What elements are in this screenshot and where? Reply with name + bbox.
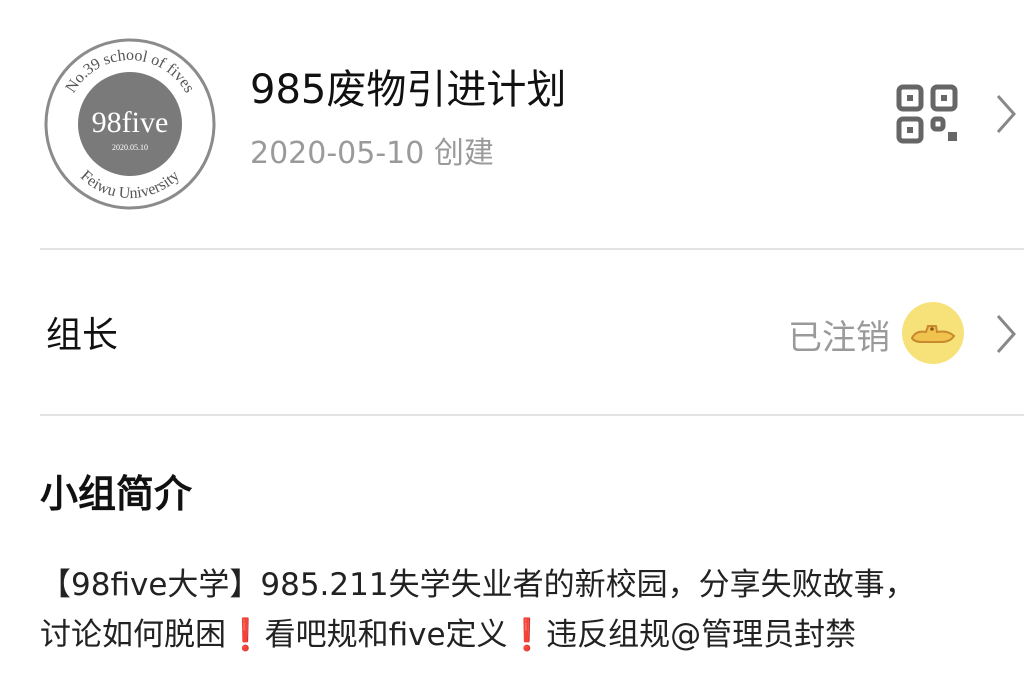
leader-label: 组长	[46, 315, 119, 356]
leader-status: 已注销	[788, 318, 890, 358]
group-title: 985废物引进计划	[250, 67, 567, 113]
created-date: 2020-05-10 创建	[250, 136, 494, 171]
logo-main-text: 98five	[92, 106, 169, 139]
qr-code-icon[interactable]	[896, 84, 960, 144]
group-header: No.39 school of fives Feiwu University 9…	[0, 0, 1024, 248]
group-logo: No.39 school of fives Feiwu University 9…	[44, 38, 216, 210]
intro-segment: 讨论如何脱困	[40, 617, 226, 653]
chevron-right-icon[interactable]	[994, 312, 1018, 356]
intro-line-2: 讨论如何脱困❗看吧规和five定义❗违反组规@管理员封禁	[40, 610, 1000, 660]
intro-segment: 违反组规@管理员封禁	[546, 617, 857, 653]
intro-title: 小组简介	[40, 472, 193, 516]
leader-row[interactable]: 组长 已注销	[0, 250, 1024, 414]
intro-segment: 看吧规和five定义	[264, 617, 508, 653]
logo-date-text: 2020.05.10	[112, 143, 148, 152]
intro-line-1: 【98five大学】985.211失学失业者的新校园，分享失败故事，	[40, 567, 916, 603]
exclamation-mark-icon: ❗	[507, 617, 547, 653]
exclamation-mark-icon: ❗	[226, 617, 265, 653]
chevron-right-icon[interactable]	[994, 92, 1018, 136]
divider	[40, 414, 1024, 416]
intro-text: 【98five大学】985.211失学失业者的新校园，分享失败故事， 讨论如何脱…	[40, 560, 1000, 660]
avatar-icon[interactable]	[902, 302, 964, 364]
